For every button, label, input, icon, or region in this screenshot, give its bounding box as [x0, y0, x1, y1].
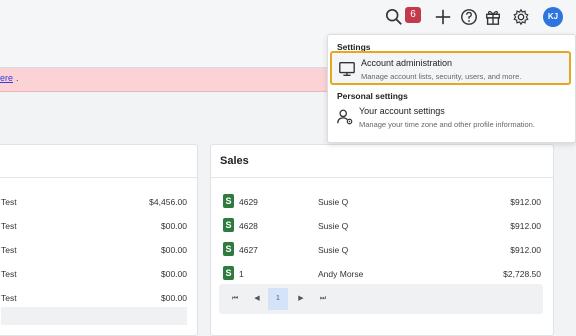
your-account-settings-description: Manage your time zone and other profile … — [359, 120, 535, 129]
row-amount: $4,456.00 — [149, 197, 187, 207]
account-administration-description: Manage account lists, security, users, a… — [361, 72, 522, 81]
personal-settings-section-label: Personal settings — [337, 91, 408, 101]
sale-number[interactable]: 4628 — [239, 221, 258, 231]
table-row[interactable]: Test $00.00 — [1, 217, 187, 237]
settings-menu: Settings Account administration Manage a… — [327, 34, 576, 143]
table-row[interactable]: S 4627 Susie Q $912.00 — [223, 241, 541, 261]
row-name: Test — [1, 245, 17, 255]
row-amount: $00.00 — [161, 221, 187, 231]
notice-link[interactable]: ere — [0, 73, 13, 83]
sale-number[interactable]: 4629 — [239, 197, 258, 207]
notice-period: . — [16, 73, 19, 83]
help-icon[interactable] — [458, 6, 480, 28]
page-1-button[interactable]: 1 — [268, 288, 288, 310]
sale-amount: $2,728.50 — [503, 269, 541, 279]
sales-card-header: Sales — [211, 145, 553, 178]
next-page-button[interactable]: ▶ — [293, 291, 309, 307]
account-administration-title: Account administration — [361, 58, 453, 68]
sales-title: Sales — [220, 155, 249, 167]
gear-icon[interactable] — [510, 6, 532, 28]
pagination: ⏮ ◀ 1 ▶ ⏭ — [219, 284, 543, 314]
user-gear-icon — [337, 109, 353, 125]
left-card-header — [0, 145, 197, 178]
search-icon[interactable] — [383, 6, 405, 28]
gift-icon[interactable] — [482, 6, 504, 28]
table-row[interactable]: S 4629 Susie Q $912.00 — [223, 193, 541, 213]
first-page-button[interactable]: ⏮ — [227, 291, 243, 307]
avatar[interactable]: KJ — [543, 7, 563, 27]
your-account-settings-title: Your account settings — [359, 106, 445, 116]
left-card-footer — [1, 307, 187, 325]
sale-icon: S — [223, 266, 234, 280]
account-administration-item[interactable]: Account administration Manage account li… — [330, 51, 571, 85]
left-card: Test $4,456.00 Test $00.00 Test $00.00 T… — [0, 144, 198, 336]
sale-icon: S — [223, 242, 234, 256]
notification-badge[interactable]: 6 — [405, 7, 421, 23]
table-row[interactable]: Test $00.00 — [1, 265, 187, 285]
plus-icon[interactable] — [432, 6, 454, 28]
row-amount: $00.00 — [161, 269, 187, 279]
table-row[interactable]: Test $00.00 — [1, 241, 187, 261]
prev-page-button[interactable]: ◀ — [249, 291, 265, 307]
sale-icon: S — [223, 194, 234, 208]
sale-customer: Susie Q — [318, 197, 349, 207]
sale-amount: $912.00 — [510, 197, 541, 207]
sale-number[interactable]: 4627 — [239, 245, 258, 255]
sale-amount: $912.00 — [510, 245, 541, 255]
row-name: Test — [1, 197, 17, 207]
sale-number[interactable]: 1 — [239, 269, 244, 279]
last-page-button[interactable]: ⏭ — [315, 291, 331, 307]
sale-customer: Andy Morse — [318, 269, 364, 279]
your-account-settings-item[interactable]: Your account settings Manage your time z… — [330, 101, 571, 135]
sale-amount: $912.00 — [510, 221, 541, 231]
row-amount: $00.00 — [161, 293, 187, 303]
table-row[interactable]: S 1 Andy Morse $2,728.50 — [223, 265, 541, 285]
row-name: Test — [1, 221, 17, 231]
table-row[interactable]: Test $4,456.00 — [1, 193, 187, 213]
sale-customer: Susie Q — [318, 245, 349, 255]
sale-customer: Susie Q — [318, 221, 349, 231]
row-name: Test — [1, 269, 17, 279]
sales-card: Sales S 4629 Susie Q $912.00 S 4628 Susi… — [210, 144, 554, 336]
table-row[interactable]: Test $00.00 — [1, 289, 187, 309]
row-name: Test — [1, 293, 17, 303]
row-amount: $00.00 — [161, 245, 187, 255]
sale-icon: S — [223, 218, 234, 232]
monitor-icon — [339, 62, 355, 76]
table-row[interactable]: S 4628 Susie Q $912.00 — [223, 217, 541, 237]
